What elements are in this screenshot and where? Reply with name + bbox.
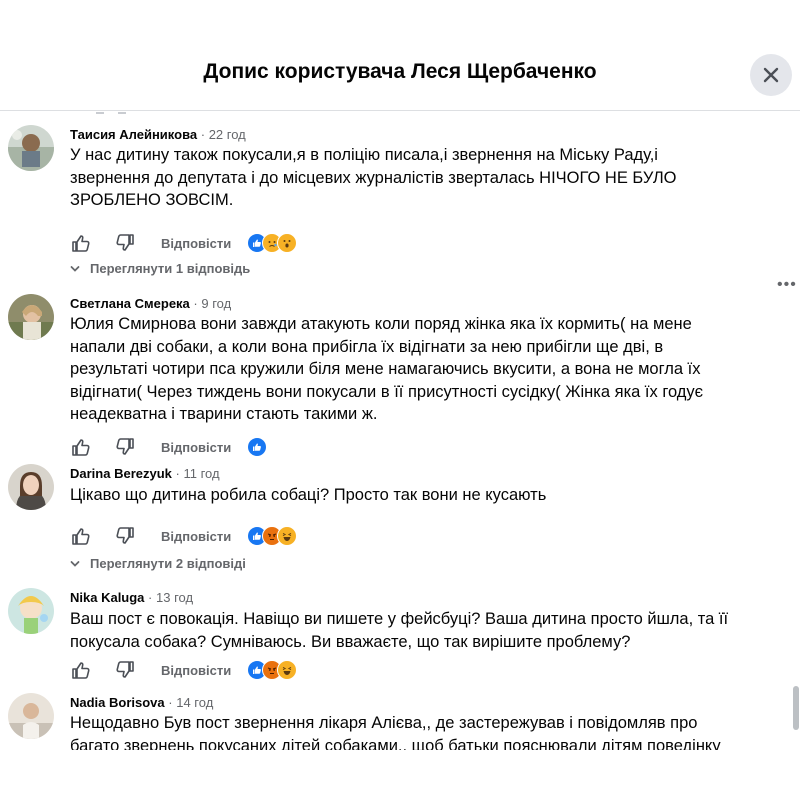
author-name[interactable]: Светлана Смерека (70, 296, 190, 311)
avatar[interactable] (8, 294, 54, 340)
comment-time[interactable]: 13 год (156, 590, 193, 605)
comment-text: Нещодавно Був пост звернення лікаря Аліє… (70, 712, 750, 751)
author-name[interactable]: Таисия Алейникова (70, 127, 197, 142)
comment-author[interactable]: Nadia Borisova · 14 год (70, 695, 213, 710)
reply-button[interactable]: Відповісти (161, 529, 231, 544)
reply-button[interactable]: Відповісти (161, 440, 231, 455)
comment-line: Ваш пост є повокація. Навіщо ви пишете у… (70, 610, 729, 628)
reply-button[interactable]: Відповісти (161, 236, 231, 251)
comment-line: неадекватна і тварини стають такими ж. (70, 405, 378, 423)
dialog-title: Допис користувача Леся Щербаченко (203, 60, 597, 83)
comment-line: покусала собака? Сумніваюсь. Ви вважаєте… (70, 632, 631, 651)
dislike-icon[interactable] (114, 525, 136, 547)
reactions-summary[interactable] (247, 526, 298, 546)
reactions-summary[interactable] (247, 233, 298, 253)
avatar[interactable] (8, 464, 54, 510)
haha-reaction-icon (277, 526, 298, 546)
comment-line: ЗРОБЛЕНО ЗОВСІМ. (70, 191, 234, 209)
avatar[interactable] (8, 588, 54, 634)
previous-comment-edge (96, 112, 126, 114)
like-icon[interactable] (70, 436, 92, 458)
comment-line: багато звернень покусаних дітей собаками… (70, 736, 721, 752)
view-replies-label[interactable]: Переглянути 1 відповідь (90, 261, 250, 276)
like-icon[interactable] (70, 659, 92, 681)
reply-button[interactable]: Відповісти (161, 663, 231, 678)
like-reaction-icon (247, 437, 268, 457)
comment-author[interactable]: Таисия Алейникова · 22 год (70, 127, 246, 142)
avatar[interactable] (8, 125, 54, 171)
comments-feed[interactable]: Таисия Алейникова · 22 год У нас дитину … (0, 111, 800, 751)
haha-reaction-icon (277, 660, 298, 680)
scrollbar-thumb[interactable] (793, 686, 799, 730)
dislike-icon[interactable] (114, 232, 136, 254)
comment-text: Цікаво що дитина робила собаці? Просто т… (70, 484, 750, 507)
view-replies-label[interactable]: Переглянути 2 відповіді (90, 556, 246, 571)
like-icon[interactable] (70, 525, 92, 547)
comment-actions: Відповісти (70, 524, 298, 548)
comment-actions: Відповісти (70, 231, 298, 255)
reactions-summary[interactable] (247, 660, 298, 680)
author-name[interactable]: Nika Kaluga (70, 590, 144, 605)
author-name[interactable]: Darina Berezyuk (70, 466, 172, 481)
comment-line: Нещодавно Був пост звернення лікаря Аліє… (70, 714, 698, 732)
chevron-down-icon (70, 560, 80, 567)
avatar[interactable] (8, 693, 54, 739)
view-replies-button[interactable]: Переглянути 1 відповідь (70, 261, 250, 276)
comment-author[interactable]: Darina Berezyuk · 11 год (70, 466, 220, 481)
view-replies-button[interactable]: Переглянути 2 відповіді (70, 556, 246, 571)
comment-author[interactable]: Светлана Смерека · 9 год (70, 296, 231, 311)
reactions-summary[interactable] (247, 437, 268, 457)
comment-text: У нас дитину також покусали,я в поліцію … (70, 144, 750, 212)
dislike-icon[interactable] (114, 436, 136, 458)
dialog-header: Допис користувача Леся Щербаченко (0, 0, 800, 111)
comment-time[interactable]: 11 год (183, 466, 219, 481)
more-options-icon[interactable]: ••• (777, 276, 797, 294)
comment-time[interactable]: 9 год (201, 296, 231, 311)
comment-actions: Відповісти (70, 435, 268, 459)
comment-line: У нас дитину також покусали,я в поліцію … (70, 146, 658, 164)
comment-line: Юлия Смирнова вони завжди атакують коли … (70, 315, 692, 333)
comment-actions: Відповісти (70, 658, 298, 682)
comment-author[interactable]: Nika Kaluga · 13 год (70, 590, 193, 605)
comment-time[interactable]: 14 год (176, 695, 213, 710)
comment-line: відігнати( Через тиждень вони покусали в… (70, 382, 704, 401)
close-button[interactable] (750, 54, 792, 96)
chevron-down-icon (70, 265, 80, 272)
comment-text: Ваш пост є повокація. Навіщо ви пишете у… (70, 608, 750, 653)
comment-line: звернення до депутата і до місцевих журн… (70, 168, 677, 187)
wow-reaction-icon (277, 233, 298, 253)
comment-line: результаті чотири пса кружили біля мене … (70, 360, 701, 378)
comment-line: напали дві собаки, а коли вона прибігла … (70, 337, 664, 356)
close-icon (763, 67, 779, 83)
author-name[interactable]: Nadia Borisova (70, 695, 165, 710)
comment-line: Цікаво що дитина робила собаці? Просто т… (70, 486, 547, 504)
dialog-footer (0, 750, 800, 800)
comment-time[interactable]: 22 год (209, 127, 246, 142)
like-icon[interactable] (70, 232, 92, 254)
comment-text: Юлия Смирнова вони завжди атакують коли … (70, 313, 750, 426)
dislike-icon[interactable] (114, 659, 136, 681)
